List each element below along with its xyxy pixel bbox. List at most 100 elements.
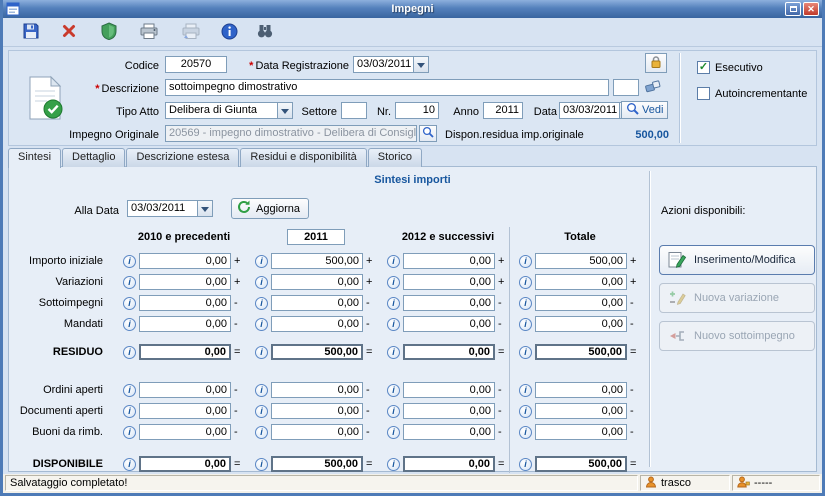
amount-field[interactable]: 0,00 [403,253,495,269]
print-preview-button[interactable] [177,20,205,45]
info-icon[interactable] [519,275,532,289]
amount-field[interactable]: 0,00 [403,344,495,360]
info-icon[interactable] [255,296,268,310]
amount-field[interactable]: 0,00 [403,456,495,472]
amount-field[interactable]: 0,00 [139,316,231,332]
amount-field[interactable]: 0,00 [535,274,627,290]
amount-field[interactable]: 0,00 [535,316,627,332]
info-icon[interactable] [255,254,268,268]
nr-input[interactable]: 10 [395,102,439,119]
autoincrementante-checkbox[interactable]: ✓ Autoincrementante [697,87,807,100]
alla-data-combo[interactable]: 03/03/2011 [127,200,213,217]
info-icon[interactable] [387,317,400,331]
amount-field[interactable]: 0,00 [139,295,231,311]
amount-field[interactable]: 0,00 [535,382,627,398]
info-icon[interactable] [519,254,532,268]
amount-field[interactable]: 0,00 [403,274,495,290]
tab-storico[interactable]: Storico [367,148,423,167]
info-icon[interactable] [519,404,532,418]
amount-field[interactable]: 0,00 [139,253,231,269]
info-button[interactable] [215,20,243,45]
settore-input[interactable] [341,102,367,119]
descrizione-input[interactable]: sottoimpegno dimostrativo [165,79,609,96]
info-icon[interactable] [519,317,532,331]
info-icon[interactable] [255,317,268,331]
info-icon[interactable] [387,383,400,397]
descrizione-extra-input[interactable] [613,79,639,96]
info-icon[interactable] [387,404,400,418]
eraser-icon[interactable] [645,80,661,96]
info-icon[interactable] [123,254,136,268]
data-registrazione-combo[interactable]: 03/03/2011 [353,56,429,73]
info-icon[interactable] [387,275,400,289]
amount-field[interactable]: 500,00 [271,253,363,269]
tipo-atto-select[interactable]: Delibera di Giunta [165,102,293,119]
info-icon[interactable] [123,425,136,439]
info-icon[interactable] [123,317,136,331]
chevron-down-icon[interactable] [413,56,429,73]
checkbox-icon[interactable]: ✓ [697,87,710,100]
amount-field[interactable]: 0,00 [403,316,495,332]
amount-field[interactable]: 0,00 [139,344,231,360]
info-icon[interactable] [255,345,268,359]
action-button-inserimento-modifica[interactable]: Inserimento/Modifica [659,245,815,275]
info-icon[interactable] [123,296,136,310]
amount-field[interactable]: 0,00 [535,295,627,311]
action-button-nuovo-sottoimpegno[interactable]: Nuovo sottoimpegno [659,321,815,351]
info-icon[interactable] [255,404,268,418]
amount-field[interactable]: 0,00 [139,274,231,290]
amount-field[interactable]: 0,00 [403,382,495,398]
info-icon[interactable] [123,275,136,289]
amount-field[interactable]: 0,00 [403,403,495,419]
amount-field[interactable]: 0,00 [139,424,231,440]
info-icon[interactable] [519,383,532,397]
info-icon[interactable] [519,425,532,439]
chevron-down-icon[interactable] [197,200,213,217]
info-icon[interactable] [255,425,268,439]
amount-field[interactable]: 500,00 [271,344,363,360]
info-icon[interactable] [519,296,532,310]
info-icon[interactable] [123,457,136,471]
aggiorna-button[interactable]: Aggiorna [231,198,310,219]
impegno-originale-input[interactable]: 20569 - impegno dimostrativo - Delibera … [165,125,417,142]
info-icon[interactable] [387,457,400,471]
impegno-search-button[interactable] [419,125,437,142]
anno-input[interactable]: 2011 [483,102,523,119]
amount-field[interactable]: 0,00 [139,403,231,419]
tab-sintesi[interactable]: Sintesi [8,148,62,168]
amount-field[interactable]: 500,00 [535,253,627,269]
lock-button[interactable] [645,53,667,73]
amount-field[interactable]: 0,00 [271,382,363,398]
window-close-button[interactable]: ✕ [803,2,819,16]
window-restore-button[interactable] [785,2,801,16]
amount-field[interactable]: 0,00 [139,382,231,398]
checkbox-icon[interactable]: ✓ [697,61,710,74]
chevron-down-icon[interactable] [277,102,293,119]
info-icon[interactable] [255,457,268,471]
tab-descrizione-estesa[interactable]: Descrizione estesa [126,148,240,167]
save-button[interactable] [17,20,45,45]
amount-field[interactable]: 0,00 [403,424,495,440]
amount-field[interactable]: 500,00 [535,456,627,472]
info-icon[interactable] [123,404,136,418]
info-icon[interactable] [387,296,400,310]
esecutivo-checkbox[interactable]: ✓ Esecutivo [697,61,763,74]
info-icon[interactable] [123,345,136,359]
search-button[interactable] [251,20,279,45]
amount-field[interactable]: 0,00 [271,403,363,419]
amount-field[interactable]: 0,00 [271,295,363,311]
amount-field[interactable]: 0,00 [403,295,495,311]
info-icon[interactable] [519,457,532,471]
info-icon[interactable] [519,345,532,359]
amount-field[interactable]: 0,00 [139,456,231,472]
print-button[interactable] [135,20,163,45]
info-icon[interactable] [387,425,400,439]
amount-field[interactable]: 0,00 [271,274,363,290]
vedi-button[interactable]: Vedi [621,101,669,119]
info-icon[interactable] [387,345,400,359]
tab-dettaglio[interactable]: Dettaglio [62,148,126,167]
amount-field[interactable]: 0,00 [535,424,627,440]
info-icon[interactable] [387,254,400,268]
info-icon[interactable] [123,383,136,397]
delete-button[interactable] [55,20,83,45]
